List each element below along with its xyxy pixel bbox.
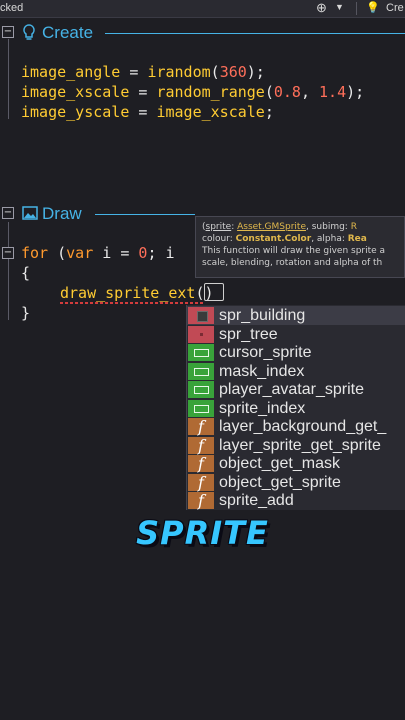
collapse-toggle-icon[interactable]: − bbox=[2, 247, 14, 259]
autocomplete-item[interactable]: spr_building bbox=[187, 306, 405, 325]
autocomplete-item[interactable]: cursor_sprite bbox=[187, 343, 405, 362]
create-event-header[interactable]: − Create bbox=[0, 22, 405, 44]
function-icon: f bbox=[188, 455, 214, 472]
image-icon bbox=[22, 205, 38, 226]
lightbulb-icon[interactable]: 💡 bbox=[366, 1, 380, 14]
fold-gutter bbox=[8, 39, 9, 119]
status-text: cked bbox=[0, 2, 24, 14]
autocomplete-item-label: object_get_mask bbox=[219, 455, 340, 472]
video-caption: SPRITE bbox=[136, 514, 269, 552]
autocomplete-item-label: object_get_sprite bbox=[219, 473, 341, 491]
sprite-asset-icon bbox=[188, 325, 214, 343]
function-signature-tooltip: (sprite: Asset.GMSprite, subimg: R colou… bbox=[195, 216, 405, 278]
signature-line-1: (sprite: Asset.GMSprite, subimg: R bbox=[202, 222, 357, 232]
code-line-1[interactable]: image_angle = irandom(360); bbox=[21, 62, 265, 82]
code-line-3[interactable]: image_yscale = image_xscale; bbox=[21, 102, 274, 122]
section-divider bbox=[105, 33, 405, 34]
error-underline bbox=[60, 302, 203, 304]
code-line-for[interactable]: for (var i = 0; i bbox=[21, 243, 175, 263]
fold-marker: − bbox=[0, 243, 14, 265]
chevron-down-icon[interactable]: ▼ bbox=[335, 2, 344, 12]
signature-line-2: colour: Constant.Color, alpha: Rea bbox=[202, 234, 367, 244]
lightbulb-icon bbox=[22, 24, 36, 47]
autocomplete-item[interactable]: f layer_sprite_get_sprite bbox=[187, 436, 405, 455]
autocomplete-item[interactable]: player_avatar_sprite bbox=[187, 380, 405, 399]
autocomplete-item-label: spr_tree bbox=[219, 325, 278, 343]
variable-icon bbox=[188, 381, 214, 398]
create-button-label[interactable]: Cre bbox=[386, 2, 404, 14]
sprite-asset-icon bbox=[188, 307, 214, 324]
autocomplete-item-label: spr_building bbox=[219, 307, 306, 324]
description-line-2: scale, blending, rotation and alpha of t… bbox=[202, 258, 383, 268]
variable-icon bbox=[188, 399, 214, 417]
create-event-title: Create bbox=[42, 23, 94, 42]
description-line-1: This function will draw the given sprite… bbox=[202, 246, 386, 256]
variable-icon bbox=[188, 362, 214, 380]
autocomplete-item-label: player_avatar_sprite bbox=[219, 381, 364, 398]
autocomplete-item[interactable]: sprite_index bbox=[187, 399, 405, 418]
section-divider bbox=[95, 214, 195, 215]
autocomplete-item-label: mask_index bbox=[219, 362, 305, 380]
function-icon: f bbox=[188, 436, 214, 454]
autocomplete-item[interactable]: spr_tree bbox=[187, 325, 405, 344]
add-icon[interactable]: ⊕ bbox=[316, 0, 327, 16]
autocomplete-list[interactable]: spr_building spr_tree cursor_sprite mask_in… bbox=[186, 305, 405, 510]
function-icon: f bbox=[188, 473, 214, 491]
function-icon: f bbox=[188, 492, 214, 509]
autocomplete-item-label: sprite_index bbox=[219, 399, 306, 417]
autocomplete-item-label: sprite_add bbox=[219, 492, 294, 509]
top-toolbar: cked ⊕ ▼ 💡 Cre bbox=[0, 0, 405, 18]
code-line-close-brace[interactable]: } bbox=[21, 303, 30, 323]
autocomplete-item-label: cursor_sprite bbox=[219, 344, 312, 361]
collapse-toggle-icon[interactable]: − bbox=[2, 207, 14, 219]
autocomplete-item[interactable]: mask_index bbox=[187, 362, 405, 381]
toolbar-divider bbox=[356, 2, 357, 15]
variable-icon bbox=[188, 344, 214, 361]
text-cursor-highlight bbox=[204, 283, 224, 301]
fold-gutter bbox=[8, 222, 9, 320]
autocomplete-item[interactable]: f sprite_add bbox=[187, 491, 405, 510]
function-icon: f bbox=[188, 418, 214, 435]
autocomplete-item-label: layer_background_get_ bbox=[219, 418, 387, 435]
draw-event-header[interactable]: − Draw bbox=[0, 203, 195, 225]
autocomplete-item[interactable]: f object_get_sprite bbox=[187, 473, 405, 492]
autocomplete-item[interactable]: f object_get_mask bbox=[187, 454, 405, 473]
code-line-call[interactable]: draw_sprite_ext() bbox=[60, 283, 214, 303]
autocomplete-item[interactable]: f layer_background_get_ bbox=[187, 417, 405, 436]
code-line-2[interactable]: image_xscale = random_range(0.8, 1.4); bbox=[21, 82, 364, 102]
collapse-toggle-icon[interactable]: − bbox=[2, 26, 14, 38]
code-line-open-brace[interactable]: { bbox=[21, 263, 30, 283]
autocomplete-item-label: layer_sprite_get_sprite bbox=[219, 436, 381, 454]
draw-event-title: Draw bbox=[42, 204, 82, 223]
